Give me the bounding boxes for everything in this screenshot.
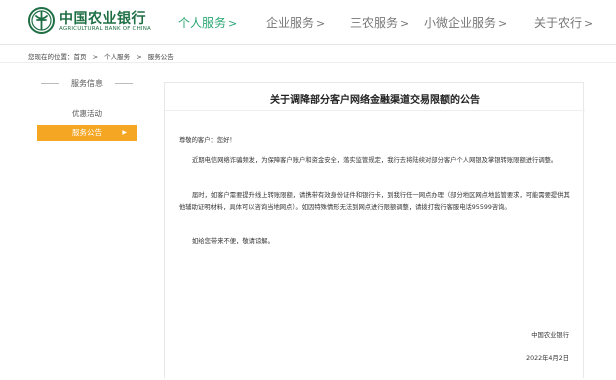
title-divider	[165, 110, 585, 111]
notice-panel: 关于调降部分客户网络金融渠道交易限额的公告 尊敬的客户：您好！ 近期电信网络诈骗…	[164, 82, 585, 378]
brand-logo[interactable]: 中国农业银行 AGRICULTURAL BANK OF CHINA	[28, 6, 188, 38]
notice-paragraph: 如给您带来不便，敬请谅解。	[192, 238, 274, 245]
notice-paragraph: 届时，如客户需要提升线上转账限额，请携带有效身份证件和银行卡，到我行任一网点办理…	[179, 192, 570, 211]
breadcrumb-item-personal[interactable]: 个人服务	[104, 53, 130, 61]
sidebar-item-label: 优惠活动	[72, 109, 102, 118]
chevron-right-icon: >	[228, 17, 238, 30]
notice-paragraph: 近期电信网络诈骗频发，为保障客户账户和资金安全，落实监管规定，我行去将陆续对部分…	[192, 157, 558, 164]
breadcrumb-item-notice: 服务公告	[147, 53, 174, 61]
header-divider	[0, 44, 616, 45]
breadcrumb-separator: >	[136, 53, 142, 61]
nav-item-agriculture[interactable]: 三农服务 >	[350, 14, 409, 34]
sidebar-item-label: 服务公告	[72, 128, 102, 137]
notice-title: 关于调降部分客户网络金融渠道交易限额的公告	[270, 95, 480, 106]
notice-signature: 中国农业银行	[531, 332, 569, 339]
sidebar-item-promotions[interactable]: 优惠活动	[37, 106, 137, 122]
breadcrumb-separator: >	[92, 53, 99, 61]
chevron-right-icon: >	[584, 17, 594, 30]
breadcrumb: 您现在的位置：首页 > 个人服务 > 服务公告	[28, 51, 178, 61]
sidebar-item-service-notice[interactable]: 服务公告 ▶	[37, 125, 137, 141]
chevron-right-icon: >	[498, 17, 508, 30]
nav-label: 个人服务	[178, 16, 227, 30]
nav-label: 企业服务	[266, 16, 315, 30]
brand-name-en: AGRICULTURAL BANK OF CHINA	[59, 26, 152, 32]
nav-label: 关于农行	[534, 16, 583, 30]
breadcrumb-divider	[0, 62, 616, 63]
nav-item-about[interactable]: 关于农行 >	[534, 14, 593, 34]
abc-logo-icon	[28, 7, 55, 34]
notice-greeting: 尊敬的客户：您好！	[179, 137, 236, 144]
nav-item-enterprise[interactable]: 企业服务 >	[266, 14, 325, 34]
sidebar-title-rule	[115, 83, 133, 84]
chevron-right-icon: >	[316, 17, 326, 30]
chevron-right-icon: >	[400, 17, 410, 30]
nav-item-small-business[interactable]: 小微企业服务 >	[424, 14, 507, 34]
triangle-right-icon: ▶	[122, 129, 127, 136]
nav-label: 小微企业服务	[424, 16, 497, 30]
breadcrumb-home[interactable]: 您现在的位置：首页	[28, 53, 87, 61]
brand-name-cn: 中国农业银行	[59, 11, 146, 27]
nav-label: 三农服务	[350, 16, 399, 30]
site-header: 中国农业银行 AGRICULTURAL BANK OF CHINA 个人服务 > …	[0, 0, 616, 44]
notice-date: 2022年4月2日	[526, 355, 569, 362]
nav-item-personal[interactable]: 个人服务 >	[178, 14, 237, 34]
